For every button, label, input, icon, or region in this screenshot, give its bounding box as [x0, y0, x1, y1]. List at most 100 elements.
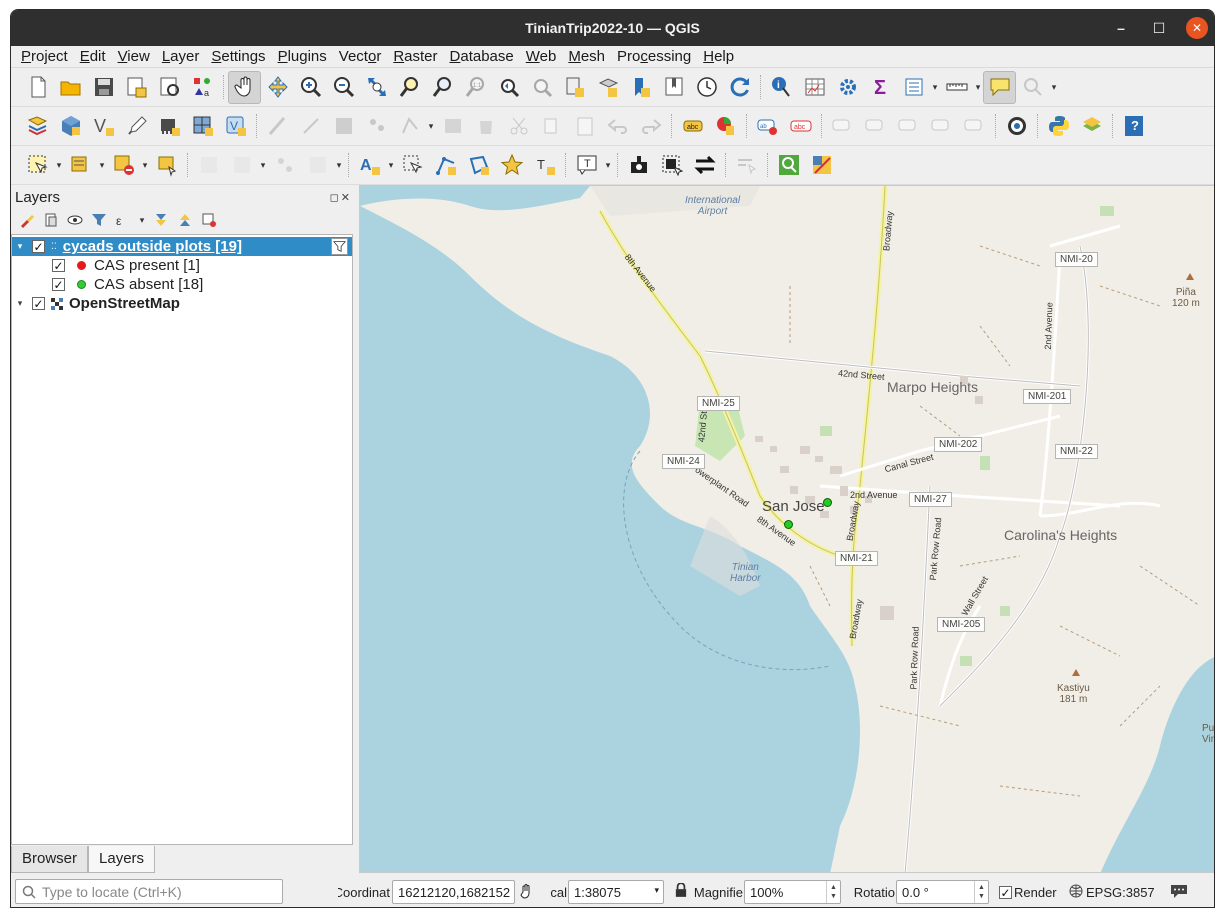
annotation-polyline-icon[interactable] — [429, 149, 462, 182]
zoom-last-icon[interactable] — [492, 71, 525, 104]
new-vector-layer-icon[interactable]: V — [87, 110, 120, 143]
annotation-text-icon[interactable]: A — [353, 149, 386, 182]
menu-vector[interactable]: Vector — [333, 48, 388, 65]
map-tips-icon[interactable] — [983, 70, 1016, 104]
render-checkbox[interactable]: ✓ — [999, 886, 1012, 899]
select-features-icon[interactable] — [21, 149, 54, 182]
style-layer-icon[interactable] — [17, 210, 37, 230]
select-capture-icon[interactable] — [655, 149, 688, 182]
zoom-out-icon[interactable] — [327, 71, 360, 104]
clock-icon[interactable] — [690, 71, 723, 104]
rotation-spinbox[interactable]: 0.0 ° ▲ ▼ — [896, 880, 989, 904]
edit-style-icon[interactable] — [805, 149, 838, 182]
new-temporary-layer-icon[interactable] — [153, 110, 186, 143]
help-icon[interactable]: ? — [1117, 110, 1150, 143]
layout-manager-icon[interactable] — [153, 71, 186, 104]
menu-project[interactable]: Project — [15, 48, 74, 65]
magnifier-spin-arrows-icon[interactable]: ▲ ▼ — [826, 881, 840, 903]
scale-combobox[interactable]: 1:38075 ▾ — [568, 880, 664, 904]
new-print-layout-icon[interactable] — [120, 71, 153, 104]
map-canvas[interactable]: International Airport San Jose Marpo Hei… — [359, 185, 1214, 873]
menu-help[interactable]: Help — [697, 48, 740, 65]
legend-row-cas-absent[interactable]: ✓ CAS absent [18] — [12, 275, 352, 294]
open-attribute-table-icon[interactable] — [798, 71, 831, 104]
processing-toolbox-icon[interactable] — [831, 71, 864, 104]
python-console-icon[interactable] — [1042, 110, 1075, 143]
menu-layer[interactable]: Layer — [156, 48, 206, 65]
text-annotation-dropdown-icon[interactable]: ▾ — [603, 160, 613, 171]
cas-absent-point[interactable] — [784, 520, 793, 529]
measure-dropdown-icon[interactable]: ▾ — [973, 82, 983, 93]
open-project-icon[interactable] — [54, 71, 87, 104]
magnifier-spinbox[interactable]: 100% ▲ ▼ — [744, 880, 841, 904]
pan-map-icon[interactable] — [228, 70, 261, 104]
select-dropdown-icon[interactable]: ▾ — [54, 160, 64, 171]
tab-browser[interactable]: Browser — [11, 846, 89, 873]
layer-filter-icon[interactable] — [331, 238, 348, 255]
select-by-attribute-icon[interactable] — [64, 149, 97, 182]
map-tips-bookmark-icon[interactable] — [657, 71, 690, 104]
qgis-cloud-icon[interactable] — [1000, 110, 1033, 143]
messages-icon[interactable] — [1170, 883, 1188, 902]
refresh-icon[interactable] — [723, 71, 756, 104]
lock-scale-icon[interactable] — [675, 883, 687, 900]
annotation-dropdown-icon[interactable]: ▾ — [386, 160, 396, 171]
manage-visibility-icon[interactable] — [65, 210, 85, 230]
pan-to-selection-icon[interactable] — [261, 71, 294, 104]
layer-visibility-checkbox[interactable]: ✓ — [32, 240, 45, 253]
panel-float-close-icon[interactable]: ◻✕ — [330, 191, 352, 204]
cas-absent-point[interactable] — [823, 498, 832, 507]
menu-mesh[interactable]: Mesh — [562, 48, 611, 65]
measure-line-icon[interactable] — [940, 71, 973, 104]
menu-settings[interactable]: Settings — [205, 48, 271, 65]
deselect-icon[interactable] — [107, 149, 140, 182]
temporal-controller-icon[interactable] — [624, 71, 657, 104]
locator-search-field[interactable]: Type to locate (Ctrl+K) — [15, 879, 283, 904]
toggle-display-labels-icon[interactable]: abc — [784, 110, 817, 143]
close-button[interactable]: ✕ — [1186, 17, 1208, 39]
menu-view[interactable]: View — [112, 48, 156, 65]
collapse-all-icon[interactable] — [175, 210, 195, 230]
plugin-layers-icon[interactable] — [1075, 110, 1108, 143]
tab-layers[interactable]: Layers — [88, 846, 156, 873]
show-layout-icon[interactable] — [897, 71, 930, 104]
annotation-marker-icon[interactable] — [495, 149, 528, 182]
layer-row-cycads[interactable]: ▾ ✓ ⁚⁚ cycads outside plots [19] — [12, 237, 352, 256]
coordinate-field[interactable]: 16212120,1682152 — [392, 880, 515, 904]
select-location-icon[interactable] — [150, 149, 183, 182]
digitize-line-icon[interactable] — [120, 110, 153, 143]
mouse-coordinate-toggle-icon[interactable] — [519, 883, 535, 902]
layer-row-openstreetmap[interactable]: ▾ ✓ OpenStreetMap — [12, 294, 352, 313]
annotation-point-text-icon[interactable]: T — [528, 149, 561, 182]
layer-labeling-icon[interactable]: abc — [676, 110, 709, 143]
filter-legend-icon[interactable] — [89, 210, 109, 230]
zoom-layer-icon[interactable] — [426, 71, 459, 104]
zoom-full-icon[interactable] — [360, 71, 393, 104]
style-manager-icon[interactable]: a — [186, 71, 219, 104]
select-attribute-dropdown-icon[interactable]: ▾ — [97, 160, 107, 171]
expand-arrow-icon[interactable]: ▾ — [12, 298, 28, 309]
annotation-polygon-icon[interactable] — [462, 149, 495, 182]
remove-layer-icon[interactable] — [199, 210, 219, 230]
new-bookmark-icon[interactable] — [558, 71, 591, 104]
minimize-button[interactable]: – — [1110, 17, 1132, 39]
layout-dropdown-icon[interactable]: ▾ — [930, 82, 940, 93]
menu-raster[interactable]: Raster — [387, 48, 443, 65]
category-visibility-checkbox[interactable]: ✓ — [52, 278, 65, 291]
zoom-selection-icon[interactable] — [393, 71, 426, 104]
zoom-in-icon[interactable] — [294, 71, 327, 104]
select-annotation-icon[interactable] — [396, 149, 429, 182]
expand-all-icon[interactable] — [151, 210, 171, 230]
highlight-pinned-labels-icon[interactable]: ab — [751, 110, 784, 143]
capture-map-icon[interactable] — [622, 149, 655, 182]
layer-visibility-checkbox[interactable]: ✓ — [32, 297, 45, 310]
deselect-dropdown-icon[interactable]: ▾ — [140, 160, 150, 171]
identify-features-icon[interactable]: i — [765, 71, 798, 104]
new-geopackage-layer-icon[interactable] — [54, 110, 87, 143]
new-project-icon[interactable] — [21, 71, 54, 104]
menu-edit[interactable]: Edit — [74, 48, 112, 65]
category-visibility-checkbox[interactable]: ✓ — [52, 259, 65, 272]
show-bookmarks-icon[interactable] — [591, 71, 624, 104]
add-group-icon[interactable] — [41, 210, 61, 230]
menu-web[interactable]: Web — [520, 48, 563, 65]
